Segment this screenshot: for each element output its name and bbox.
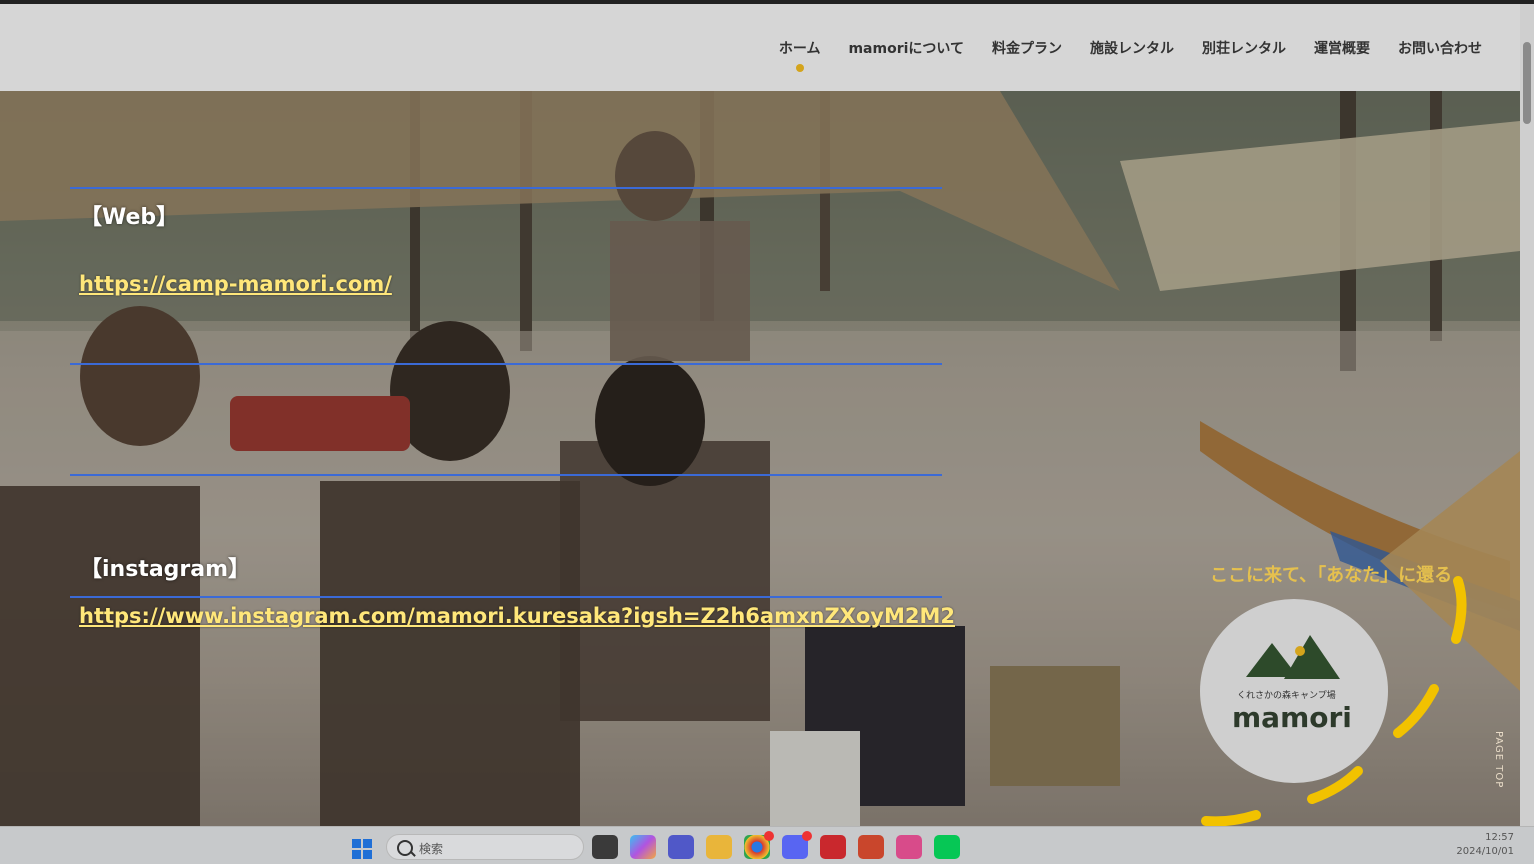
copilot-icon[interactable] xyxy=(630,835,656,859)
logo-subtitle: くれさかの森キャンプ場 xyxy=(1237,691,1336,701)
nav-item-home[interactable]: ホーム xyxy=(779,38,820,72)
web-label: 【Web】 xyxy=(80,205,179,230)
search-icon xyxy=(397,840,413,856)
teams-icon[interactable] xyxy=(668,835,694,859)
clock-date: 2024/10/01 xyxy=(1456,846,1514,857)
site-header: ホーム mamoriについて 料金プラン 施設レンタル 別荘レンタル 運営概要 … xyxy=(0,4,1520,91)
instagram-label: 【instagram】 xyxy=(80,557,251,582)
taskbar-pinned-apps xyxy=(592,831,960,859)
acrobat-icon[interactable] xyxy=(820,835,846,859)
logo-wordmark: mamori xyxy=(1232,701,1352,734)
discord-icon[interactable] xyxy=(782,831,812,859)
nav-item-pricing[interactable]: 料金プラン xyxy=(992,38,1062,58)
nav-item-about[interactable]: mamoriについて xyxy=(848,38,964,58)
nav-item-contact[interactable]: お問い合わせ xyxy=(1398,38,1482,58)
nav-item-facility-rental[interactable]: 施設レンタル xyxy=(1090,38,1174,58)
divider-line xyxy=(70,474,942,476)
clock-time: 12:57 xyxy=(1485,832,1514,843)
taskbar-search-box[interactable]: 検索 xyxy=(386,834,584,860)
search-placeholder: 検索 xyxy=(419,842,444,856)
line-icon[interactable] xyxy=(934,835,960,859)
main-nav: ホーム mamoriについて 料金プラン 施設レンタル 別荘レンタル 運営概要 … xyxy=(779,38,1482,72)
divider-line xyxy=(70,363,942,365)
page-top-button[interactable]: PAGE TOP xyxy=(1490,731,1504,821)
file-explorer-icon[interactable] xyxy=(706,835,732,859)
logo-tagline: ここに来て、「あなた」に還る xyxy=(1210,565,1453,586)
notification-badge xyxy=(764,831,774,841)
chrome-icon[interactable] xyxy=(744,831,774,859)
instagram-url-link[interactable]: https://www.instagram.com/mamori.kuresak… xyxy=(79,604,955,628)
windows-taskbar: 検索 12:57 2024/10/01 xyxy=(0,826,1534,864)
nav-item-villa-rental[interactable]: 別荘レンタル xyxy=(1202,38,1286,58)
task-view-icon[interactable] xyxy=(592,835,618,859)
nav-item-company[interactable]: 運営概要 xyxy=(1314,38,1370,58)
web-url-link[interactable]: https://camp-mamori.com/ xyxy=(79,272,392,296)
powerpoint-icon[interactable] xyxy=(858,835,884,859)
active-nav-indicator xyxy=(795,64,804,72)
hero-image: 【Web】 https://camp-mamori.com/ 【instagra… xyxy=(0,91,1520,826)
windows-start-icon[interactable] xyxy=(352,839,372,859)
notification-badge xyxy=(802,831,812,841)
taskbar-clock[interactable]: 12:57 2024/10/01 xyxy=(1456,831,1514,859)
divider-line xyxy=(70,596,942,598)
page-scrollbar[interactable] xyxy=(1520,4,1534,826)
scrollbar-thumb[interactable] xyxy=(1523,42,1531,124)
snipping-tool-icon[interactable] xyxy=(896,835,922,859)
divider-line xyxy=(70,187,942,189)
